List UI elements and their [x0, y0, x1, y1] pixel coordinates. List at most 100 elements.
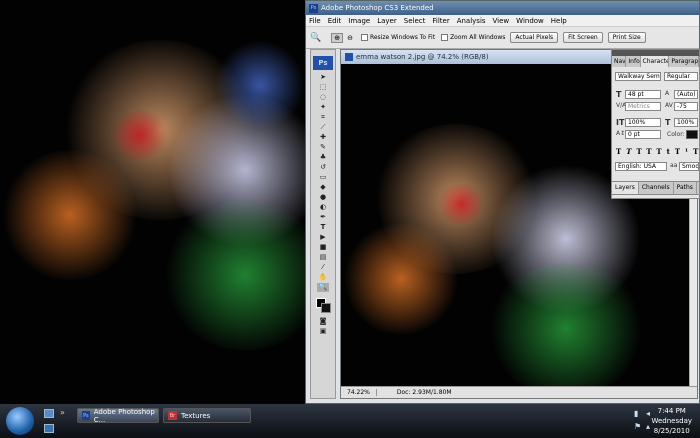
zoom-level[interactable]: 74.22%	[341, 389, 377, 396]
paint-bucket-tool-icon[interactable]: ◆	[317, 183, 329, 192]
taskbar-item-photoshop[interactable]: Ps Adobe Photoshop C...	[77, 408, 159, 424]
leading-field[interactable]: (Auto)	[674, 90, 698, 99]
toolbox: Ps ➤ ⬚ ◌ ✦ ⌗ ⟋ ✚ ✎ ♣ ↺ ▭ ◆ ● ◐ ✒ T ▶ ■ ▤…	[310, 49, 336, 399]
photoshop-task-icon: Ps	[82, 411, 90, 420]
marquee-tool-icon[interactable]: ⬚	[317, 83, 329, 92]
character-panel-tabs: Nav Info Character Paragraph	[612, 56, 699, 67]
screen-mode-icon[interactable]: ▣	[317, 327, 329, 336]
slice-tool-icon[interactable]: ⟋	[317, 123, 329, 132]
quick-mask-icon[interactable]: ◙	[317, 317, 329, 326]
superscript-icon[interactable]: T¹	[675, 147, 693, 156]
tab-channels[interactable]: Channels	[639, 182, 674, 194]
zoom-out-icon[interactable]: ⊖	[345, 34, 355, 42]
tab-paths[interactable]: Paths	[674, 182, 697, 194]
color-swatches[interactable]	[311, 296, 335, 316]
window-titlebar[interactable]: Ps Adobe Photoshop CS3 Extended	[306, 1, 699, 15]
history-brush-tool-icon[interactable]: ↺	[317, 163, 329, 172]
zoom-all-windows-label: Zoom All Windows	[450, 34, 506, 41]
pen-tool-icon[interactable]: ✒	[317, 213, 329, 222]
clone-stamp-tool-icon[interactable]: ♣	[317, 153, 329, 162]
menu-image[interactable]: Image	[348, 17, 370, 25]
healing-brush-tool-icon[interactable]: ✚	[317, 133, 329, 142]
desktop-wallpaper-artwork	[0, 0, 305, 404]
shape-tool-icon[interactable]: ■	[317, 243, 329, 252]
taskbar-item-textures[interactable]: Br Textures	[163, 408, 251, 423]
small-caps-icon[interactable]: Tt	[656, 147, 674, 156]
text-color-swatch[interactable]	[686, 130, 698, 139]
color-label: Color:	[667, 131, 685, 138]
tab-character[interactable]: Character	[640, 56, 670, 67]
all-caps-icon[interactable]: TT	[636, 147, 656, 156]
zoom-in-icon[interactable]: ⊕	[331, 32, 344, 43]
menu-bar: File Edit Image Layer Select Filter Anal…	[306, 15, 699, 27]
tray-network-icon[interactable]: ▮	[634, 409, 638, 418]
zoom-tool-icon[interactable]: 🔍	[310, 33, 321, 43]
faux-italic-icon[interactable]: T	[626, 147, 636, 156]
system-clock[interactable]: 7:44 PM Wednesday 8/25/2010	[651, 406, 692, 436]
tab-layers[interactable]: Layers	[612, 182, 639, 194]
photoshop-window: Ps Adobe Photoshop CS3 Extended File Edi…	[305, 0, 700, 404]
status-bar: 74.22% Doc: 2.93M/1.80M	[341, 386, 697, 398]
menu-view[interactable]: View	[493, 17, 510, 25]
zoom-all-windows-checkbox[interactable]	[441, 34, 449, 41]
language-select[interactable]: English: USA	[615, 162, 667, 171]
font-size-field[interactable]: 48 pt	[625, 90, 661, 99]
hand-tool-icon[interactable]: ✋	[317, 273, 329, 282]
tray-volume-icon[interactable]: ◂	[646, 409, 650, 418]
menu-window[interactable]: Window	[516, 17, 544, 25]
switch-windows-icon[interactable]	[44, 424, 54, 433]
zoom-tool-box-icon[interactable]: 🔍	[317, 283, 329, 292]
menu-analysis[interactable]: Analysis	[457, 17, 486, 25]
eyedropper-tool-icon[interactable]: ⁄	[317, 263, 329, 272]
kerning-field[interactable]: Metrics	[625, 102, 661, 111]
vertical-scale-field[interactable]: 100%	[625, 118, 661, 127]
tray-flag-icon[interactable]: ⚑	[634, 422, 641, 431]
tab-paragraph[interactable]: Paragraph	[669, 56, 699, 67]
fit-screen-button[interactable]: Fit Screen	[563, 32, 603, 43]
doc-size: Doc: 2.93M/1.80M	[396, 389, 452, 396]
windows-taskbar: » Ps Adobe Photoshop C... Br Textures ▮ …	[0, 404, 700, 438]
tab-navigator[interactable]: Nav	[612, 56, 627, 67]
font-family-select[interactable]: Walkway SemiBold	[615, 72, 661, 81]
menu-edit[interactable]: Edit	[328, 17, 342, 25]
print-size-button[interactable]: Print Size	[607, 32, 646, 43]
resize-windows-label: Resize Windows To Fit	[369, 34, 436, 41]
subscript-icon[interactable]: T₁	[693, 147, 700, 156]
tracking-field[interactable]: -75	[674, 102, 698, 111]
menu-file[interactable]: File	[309, 17, 321, 25]
notes-tool-icon[interactable]: ▤	[317, 253, 329, 262]
actual-pixels-button[interactable]: Actual Pixels	[510, 32, 559, 43]
menu-select[interactable]: Select	[404, 17, 426, 25]
blur-tool-icon[interactable]: ●	[317, 193, 329, 202]
path-selection-tool-icon[interactable]: ▶	[317, 233, 329, 242]
brush-tool-icon[interactable]: ✎	[317, 143, 329, 152]
show-desktop-icon[interactable]	[44, 409, 54, 418]
dodge-tool-icon[interactable]: ◐	[317, 203, 329, 212]
photoshop-app-icon: Ps	[309, 3, 318, 13]
menu-help[interactable]: Help	[551, 17, 567, 25]
move-tool-icon[interactable]: ➤	[317, 73, 329, 82]
tab-info[interactable]: Info	[626, 56, 641, 67]
baseline-shift-field[interactable]: 0 pt	[625, 130, 661, 139]
window-title: Adobe Photoshop CS3 Extended	[321, 4, 434, 12]
magic-wand-tool-icon[interactable]: ✦	[317, 103, 329, 112]
resize-windows-checkbox[interactable]	[360, 34, 368, 41]
horizontal-scale-field[interactable]: 100%	[674, 118, 698, 127]
font-style-select[interactable]: Regular	[664, 72, 698, 81]
tray-arrow-icon[interactable]: ▴	[646, 422, 650, 431]
crop-tool-icon[interactable]: ⌗	[317, 113, 329, 122]
menu-filter[interactable]: Filter	[432, 17, 449, 25]
menu-layer[interactable]: Layer	[377, 17, 397, 25]
eraser-tool-icon[interactable]: ▭	[317, 173, 329, 182]
quick-launch-chevron-icon[interactable]: »	[60, 408, 65, 417]
taskbar-item-label: Textures	[181, 411, 211, 420]
lasso-tool-icon[interactable]: ◌	[317, 93, 329, 102]
anti-alias-select[interactable]: Smooth	[679, 162, 699, 171]
photoshop-logo: Ps	[313, 56, 333, 70]
type-tool-icon[interactable]: T	[317, 223, 329, 232]
clock-day: Wednesday	[651, 417, 692, 425]
faux-bold-icon[interactable]: T	[616, 147, 626, 156]
document-icon	[345, 53, 353, 61]
font-size-icon: T	[616, 90, 622, 99]
start-button[interactable]	[6, 407, 34, 435]
